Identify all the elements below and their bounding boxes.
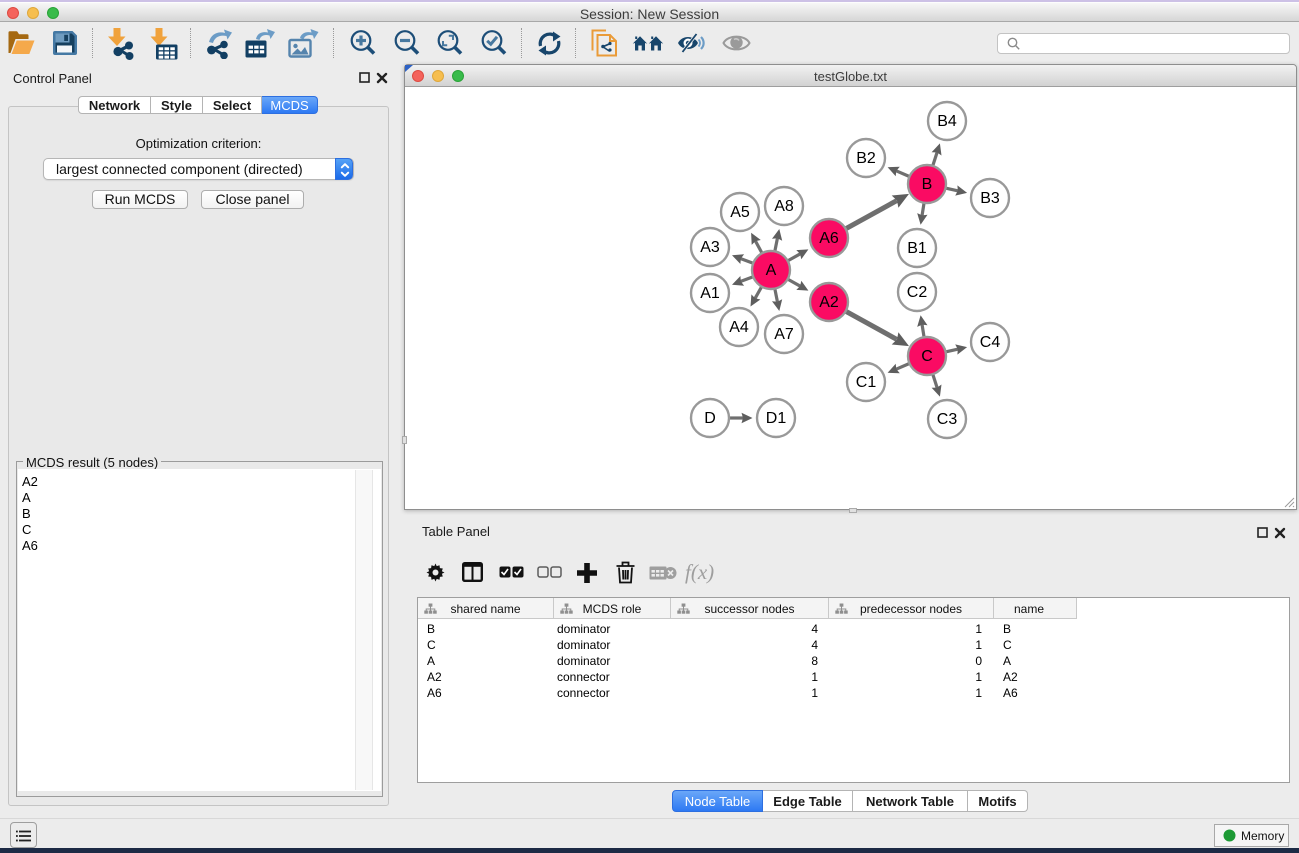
svg-text:C4: C4 (980, 334, 1001, 351)
svg-text:A2: A2 (819, 294, 839, 311)
svg-text:B1: B1 (907, 240, 927, 257)
svg-text:D: D (704, 410, 716, 427)
svg-text:B4: B4 (937, 113, 957, 130)
svg-text:A5: A5 (730, 204, 750, 221)
svg-text:A8: A8 (774, 198, 794, 215)
svg-text:A6: A6 (819, 230, 839, 247)
svg-text:C3: C3 (937, 411, 958, 428)
svg-text:A4: A4 (729, 319, 749, 336)
svg-text:D1: D1 (766, 410, 787, 427)
svg-text:B: B (922, 176, 933, 193)
svg-text:A3: A3 (700, 239, 720, 256)
svg-text:A1: A1 (700, 285, 720, 302)
svg-text:C2: C2 (907, 284, 928, 301)
svg-text:A7: A7 (774, 326, 794, 343)
svg-text:B2: B2 (856, 150, 876, 167)
svg-text:A: A (766, 262, 777, 279)
svg-text:C1: C1 (856, 374, 877, 391)
svg-text:B3: B3 (980, 190, 1000, 207)
svg-text:C: C (921, 348, 933, 365)
